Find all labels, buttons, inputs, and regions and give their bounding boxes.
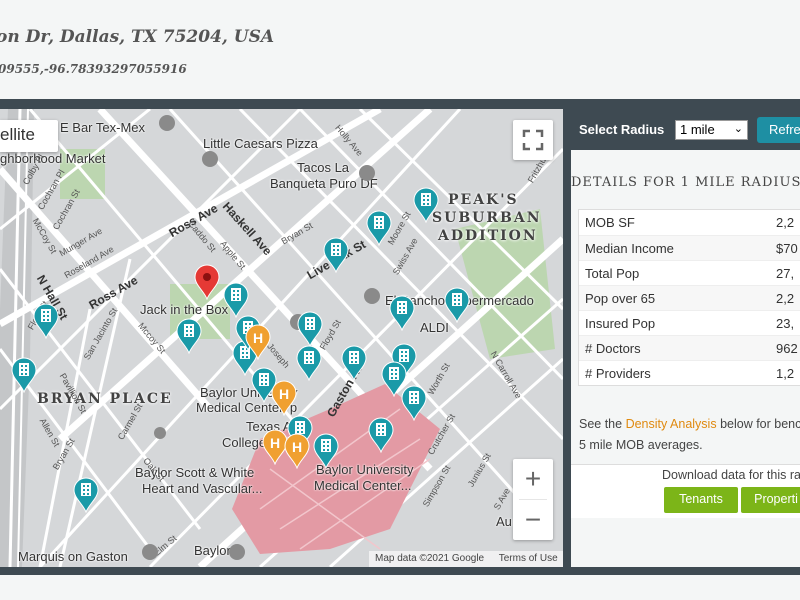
poi-grocery-icon xyxy=(364,288,380,304)
stat-value: 1,2 xyxy=(776,365,795,381)
mob-building-pin-icon[interactable] xyxy=(11,357,37,393)
mob-building-pin-icon[interactable] xyxy=(323,237,349,273)
stat-row: Total Pop 27, xyxy=(579,260,800,285)
mob-building-pin-icon[interactable] xyxy=(33,303,59,339)
fullscreen-button[interactable] xyxy=(513,120,553,160)
address-title: on Dr, Dallas, TX 75204, USA xyxy=(0,27,275,47)
stat-row: MOB SF 2,2 xyxy=(579,210,800,235)
mob-building-pin-icon[interactable] xyxy=(297,311,323,347)
stat-row: # Doctors 962 xyxy=(579,335,800,360)
svg-text:H: H xyxy=(270,435,280,451)
stat-label: Pop over 65 xyxy=(585,290,656,306)
stat-value: 962 xyxy=(776,340,798,356)
stat-label: Insured Pop xyxy=(585,315,656,331)
map-canvas[interactable]: PEAK'S SUBURBAN ADDITION BRYAN PLACE E B… xyxy=(0,109,563,567)
mob-building-pin-icon[interactable] xyxy=(401,385,427,421)
zoom-out-button[interactable]: − xyxy=(513,500,553,540)
poi-tacos-icon xyxy=(359,165,375,181)
page: on Dr, Dallas, TX 75204, USA 09555,-96.7… xyxy=(0,0,800,600)
address-coordinates: 09555,-96.78393297055916 xyxy=(0,62,187,76)
poi-small-icon xyxy=(154,427,166,439)
poi-pizza-icon xyxy=(202,151,218,167)
stat-row: Pop over 65 2,2 xyxy=(579,285,800,310)
hospital-pin-icon[interactable]: H xyxy=(284,433,310,469)
stat-label: # Doctors xyxy=(585,340,641,356)
mob-building-pin-icon[interactable] xyxy=(176,318,202,354)
stat-value: 23, xyxy=(776,315,795,331)
tenants-button[interactable]: Tenants xyxy=(664,487,738,513)
stat-label: # Providers xyxy=(585,365,651,381)
svg-text:H: H xyxy=(279,386,289,402)
stat-value: 27, xyxy=(776,265,795,281)
radius-value: 1 mile xyxy=(680,122,715,137)
stat-value: 2,2 xyxy=(776,290,795,306)
mob-building-pin-icon[interactable] xyxy=(223,282,249,318)
zoom-control: + − xyxy=(513,459,553,540)
download-box: Download data for this ra Tenants Proper… xyxy=(571,464,800,518)
chevron-down-icon: ⌄ xyxy=(733,123,743,135)
stats-table: MOB SF 2,2 Median Income $70 Total Pop 27, … xyxy=(578,209,800,386)
fullscreen-icon xyxy=(522,129,544,151)
terms-of-use-link[interactable]: Terms of Use xyxy=(499,553,558,564)
details-panel: Select Radius 1 mile ⌄ Refre DETAILS FOR… xyxy=(571,109,800,567)
mob-building-pin-icon[interactable] xyxy=(313,433,339,469)
density-analysis-link[interactable]: Density Analysis xyxy=(626,417,717,431)
poi-marquis-icon xyxy=(142,544,158,560)
svg-text:H: H xyxy=(292,439,302,455)
stat-value: $70 xyxy=(776,240,798,256)
map-attribution: Map data ©2021 Google Terms of Use xyxy=(369,551,563,567)
density-post-text: below for benc xyxy=(716,417,800,431)
mob-building-pin-icon[interactable] xyxy=(366,210,392,246)
hospital-pin-icon[interactable]: H xyxy=(245,324,271,360)
hospital-pin-icon[interactable]: H xyxy=(271,380,297,416)
properties-button[interactable]: Properti xyxy=(741,487,800,513)
mob-building-pin-icon[interactable] xyxy=(368,417,394,453)
stat-row: Median Income $70 xyxy=(579,235,800,260)
select-radius-label: Select Radius xyxy=(579,122,665,137)
refresh-button[interactable]: Refre xyxy=(757,117,800,143)
location-marker-icon[interactable] xyxy=(194,264,220,300)
mob-building-pin-icon[interactable] xyxy=(296,345,322,381)
stat-label: Median Income xyxy=(585,240,674,256)
satellite-toggle-button[interactable]: ellite xyxy=(0,120,58,152)
mob-building-pin-icon[interactable] xyxy=(413,187,439,223)
zoom-in-button[interactable]: + xyxy=(513,459,553,499)
details-title: DETAILS FOR 1 MILE RADIUS xyxy=(571,175,800,190)
stat-row: # Providers 1,2 xyxy=(579,360,800,385)
download-text: Download data for this ra xyxy=(662,468,800,482)
map-data-text: Map data ©2021 Google xyxy=(375,553,485,564)
radius-bar: Select Radius 1 mile ⌄ Refre xyxy=(571,109,800,150)
density-note: See the Density Analysis below for benc … xyxy=(579,414,800,456)
density-line2: 5 mile MOB averages. xyxy=(579,438,703,452)
mob-building-pin-icon[interactable] xyxy=(73,477,99,513)
mob-building-pin-icon[interactable] xyxy=(341,345,367,381)
stat-row: Insured Pop 23, xyxy=(579,310,800,335)
radius-select[interactable]: 1 mile ⌄ xyxy=(675,120,748,140)
poi-bar-icon xyxy=(159,115,175,131)
stat-label: Total Pop xyxy=(585,265,640,281)
stat-value: 2,2 xyxy=(776,215,795,230)
mob-building-pin-icon[interactable] xyxy=(444,287,470,323)
density-pre-text: See the xyxy=(579,417,626,431)
stat-label: MOB SF xyxy=(585,215,635,230)
svg-text:H: H xyxy=(253,330,263,346)
mob-building-pin-icon[interactable] xyxy=(389,295,415,331)
poi-baylor-icon xyxy=(229,544,245,560)
